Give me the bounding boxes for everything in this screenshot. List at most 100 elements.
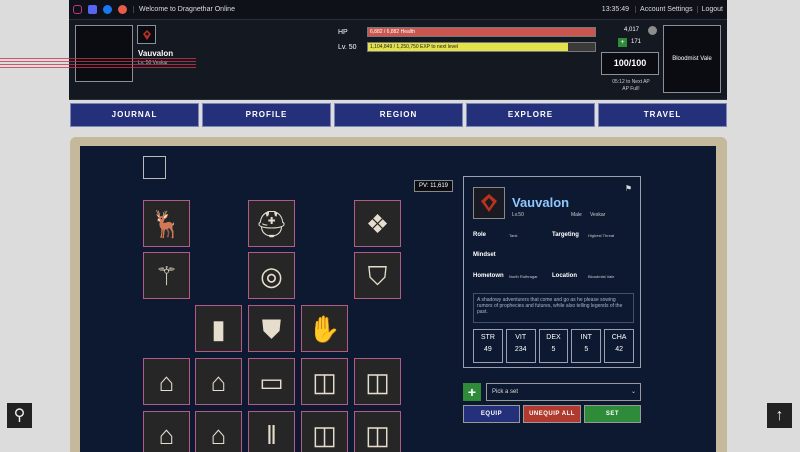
account-settings-link[interactable]: Account Settings [636,6,698,13]
add-set-button[interactable]: + [463,383,481,401]
equipment-slot[interactable]: ⌂ [143,411,190,452]
tag-icon: ⌂ [158,419,175,450]
decorative-stripes [0,58,196,78]
set-select[interactable]: Pick a set ⌄ [486,383,641,401]
shield-icon: ⛉ [367,260,388,291]
belt-icon: ▭ [259,366,284,397]
set-button[interactable]: SET [584,405,641,423]
unequip-all-button[interactable]: UNEQUIP ALL [523,405,581,423]
equipment-slot[interactable]: ⌂ [143,358,190,405]
nav-region[interactable]: REGION [334,103,463,127]
scroll-top-button[interactable]: ↑ [766,402,793,429]
flag-icon[interactable]: ⚑ [625,184,632,193]
character-description: A shadowy adventurers that come and go a… [473,293,634,323]
character-name: Vauvalon [512,195,570,210]
equipment-slot[interactable]: 🦌 [143,200,190,247]
set-select-value: Pick a set [492,389,519,395]
stat-value: 234 [514,346,527,353]
location-label: Location [552,273,577,279]
stat-int: INT 5 [571,329,602,363]
nav-journal[interactable]: JOURNAL [70,103,199,127]
equip-button[interactable]: EQUIP [463,405,520,423]
armor-icon: ⛊ [261,313,282,344]
welcome-text: Welcome to Dragnethar Online [133,6,235,13]
equipment-slot[interactable]: ⛉ [354,252,401,299]
band-icon: ◫ [365,419,390,450]
equipment-slot[interactable]: ⛊ [248,305,295,352]
equipment-slot[interactable]: ❖ [354,200,401,247]
player-name[interactable]: Vauvalon [138,49,173,58]
tag-icon: ⌂ [210,419,227,450]
character-race: Veskar [590,212,606,218]
band-icon: ◫ [365,366,390,397]
location-value: Bloodmist Vale [588,274,615,279]
hp-text: 6,882 / 6,882 Health [370,29,416,35]
equipment-slot[interactable]: ⌂ [195,411,242,452]
pants-icon: ‖ [266,419,277,450]
exp-bar: 1,104,849 / 1,250,750 EXP to next level [367,42,596,52]
gem-amount: 171 [631,39,642,45]
faction-emblem-icon [137,25,156,44]
stat-value: 42 [615,346,623,353]
discord-icon[interactable] [88,5,97,14]
tag-icon: ⌂ [210,366,227,397]
character-level: Lv.50 [512,212,524,218]
stat-label: INT [580,334,592,341]
nav-profile[interactable]: PROFILE [202,103,331,127]
logout-link[interactable]: Logout [698,6,727,13]
bracers-icon: ▮ [211,313,226,344]
gold-amount: 4,017 [624,27,640,33]
nav-explore[interactable]: EXPLORE [466,103,595,127]
nav-travel[interactable]: TRAVEL [598,103,727,127]
equipment-slot[interactable]: ◫ [301,411,348,452]
character-gender: Male [571,212,582,218]
equipment-slot[interactable]: ⌂ [195,358,242,405]
ap-full-text: AP Full! [622,86,640,92]
hometown-value: North Rothragar [509,274,538,279]
add-gems-button[interactable]: + [618,38,627,47]
hp-label: HP [338,29,348,36]
character-card: Vauvalon Lv.50 Male Veskar ⚑ Role Tank T… [463,176,641,368]
equipment-slot[interactable]: ⚚ [143,252,190,299]
chevron-down-icon: ⌄ [630,389,636,395]
amulet-icon: ◎ [260,260,283,291]
equipment-slot[interactable]: ‖ [248,411,295,452]
facebook-icon[interactable] [103,5,112,14]
clock: 13:35:49 [602,6,637,13]
instagram-icon[interactable] [73,5,82,14]
ap-timer: 05:12 to Next AP AP Full! [599,79,663,93]
equipment-slot[interactable]: ✋ [301,305,348,352]
role-value: Tank [509,233,518,238]
patreon-icon[interactable] [118,5,127,14]
ap-next-text: 05:12 to Next AP [612,79,650,85]
helmet-icon: ⛑ [254,208,288,239]
stat-value: 5 [551,346,556,353]
equipment-slot[interactable]: ⛑ [248,200,295,247]
equipment-slot[interactable]: ◫ [301,358,348,405]
role-label: Role [473,232,487,238]
equipment-slot[interactable]: ▮ [195,305,242,352]
main-nav: JOURNAL PROFILE REGION EXPLORE TRAVEL [70,103,727,127]
telescope-icon[interactable]: ⚲ [6,402,33,429]
stat-boxes: STR 49 VIT 234 DEX 5 INT 5 CHA 42 [473,329,634,363]
mace-icon: ⚚ [154,260,179,291]
stat-value: 49 [484,346,492,353]
equipment-slot[interactable]: ◫ [354,411,401,452]
equipment-slot[interactable]: ▭ [248,358,295,405]
level-label: Lv. 50 [338,44,357,51]
equipment-slot[interactable]: ◎ [248,252,295,299]
equipment-slot[interactable]: ◫ [354,358,401,405]
stat-label: DEX [546,334,561,341]
character-emblem-icon [473,187,505,219]
stat-label: VIT [515,334,527,341]
stat-label: CHA [611,334,627,341]
stat-value: 5 [584,346,589,353]
current-region[interactable]: Bloodmist Vale [663,25,721,93]
accessory-slot[interactable] [143,156,166,179]
exp-text: 1,104,849 / 1,250,750 EXP to next level [370,44,459,50]
top-bar: Welcome to Dragnethar Online 13:35:49 Ac… [69,0,727,20]
mindset-label: Mindset [473,252,496,258]
stat-dex: DEX 5 [538,329,569,363]
power-value: PV: 11,619 [414,180,454,192]
stat-str: STR 49 [473,329,503,363]
